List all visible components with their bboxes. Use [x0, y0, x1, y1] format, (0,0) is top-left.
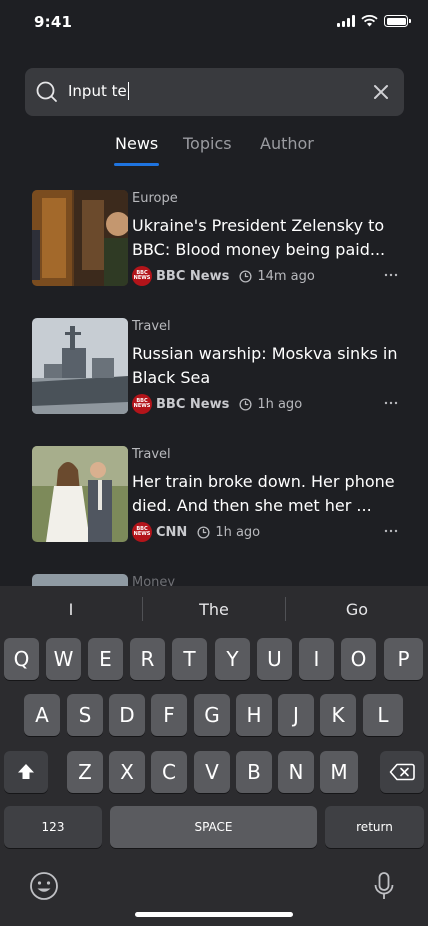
- news-item[interactable]: Europe Ukraine's President Zelensky to B…: [32, 190, 402, 286]
- status-time: 9:41: [34, 13, 73, 31]
- article-headline[interactable]: Ukraine's President Zelensky to BBC: Blo…: [132, 214, 400, 262]
- article-source[interactable]: BBC News: [156, 397, 229, 412]
- emoji-icon[interactable]: [29, 871, 59, 901]
- article-meta: BBC NEWS BBC News 14m ago: [132, 265, 315, 287]
- article-meta: BBC NEWS CNN 1h ago: [132, 521, 260, 543]
- bbc-news-logo: BBC NEWS: [132, 394, 152, 414]
- battery-icon: [384, 15, 411, 27]
- key-x[interactable]: X: [109, 751, 145, 793]
- clock-icon: [239, 269, 252, 283]
- more-options-icon[interactable]: [384, 270, 398, 280]
- article-source[interactable]: CNN: [156, 525, 187, 540]
- key-u[interactable]: U: [257, 638, 292, 680]
- suggestion-item[interactable]: Go: [286, 586, 428, 632]
- article-time: 1h ago: [257, 396, 303, 412]
- cnn-logo: BBC NEWS: [132, 522, 152, 542]
- more-options-icon[interactable]: [384, 398, 398, 408]
- article-time: 14m ago: [257, 268, 315, 284]
- status-bar: 9:41: [0, 0, 428, 44]
- tab-bar: News Topics Author: [0, 134, 428, 168]
- suggestion-bar: I The Go: [0, 586, 428, 632]
- tab-news[interactable]: News: [115, 134, 158, 153]
- key-e[interactable]: E: [88, 638, 123, 680]
- article-headline[interactable]: Russian warship: Moskva sinks in Black S…: [132, 342, 400, 390]
- key-h[interactable]: H: [236, 694, 272, 736]
- article-category: Travel: [132, 447, 171, 462]
- key-m[interactable]: M: [320, 751, 358, 793]
- status-icons: [337, 15, 411, 27]
- key-k[interactable]: K: [320, 694, 356, 736]
- search-icon: [36, 81, 57, 102]
- key-j[interactable]: J: [278, 694, 314, 736]
- tab-author[interactable]: Author: [260, 134, 314, 153]
- bbc-news-logo: BBC NEWS: [132, 266, 152, 286]
- clock-icon: [197, 525, 210, 539]
- news-item[interactable]: Travel Her train broke down. Her phone d…: [32, 446, 402, 542]
- key-w[interactable]: W: [46, 638, 81, 680]
- cellular-signal-icon: [337, 15, 355, 27]
- active-tab-indicator: [114, 163, 159, 166]
- wifi-icon: [361, 15, 378, 27]
- tab-topics[interactable]: Topics: [183, 134, 232, 153]
- article-thumbnail: [32, 318, 128, 414]
- clock-icon: [239, 397, 252, 411]
- key-a[interactable]: A: [24, 694, 60, 736]
- key-g[interactable]: G: [194, 694, 230, 736]
- key-q[interactable]: Q: [4, 638, 39, 680]
- key-p[interactable]: P: [384, 638, 423, 680]
- article-time: 1h ago: [215, 524, 261, 540]
- search-input[interactable]: Input te: [68, 82, 130, 100]
- key-f[interactable]: F: [151, 694, 187, 736]
- article-headline[interactable]: Her train broke down. Her phone died. An…: [132, 470, 400, 518]
- numbers-key[interactable]: 123: [4, 806, 102, 848]
- key-o[interactable]: O: [341, 638, 376, 680]
- search-bar[interactable]: Input te: [25, 68, 404, 116]
- article-meta: BBC NEWS BBC News 1h ago: [132, 393, 302, 415]
- key-v[interactable]: V: [194, 751, 230, 793]
- suggestion-item[interactable]: I: [0, 586, 142, 632]
- key-l[interactable]: L: [363, 694, 403, 736]
- article-thumbnail: [32, 190, 128, 286]
- key-z[interactable]: Z: [67, 751, 103, 793]
- shift-key[interactable]: [4, 751, 48, 793]
- shift-icon: [18, 764, 34, 779]
- return-key[interactable]: return: [325, 806, 424, 848]
- key-n[interactable]: N: [278, 751, 314, 793]
- text-caret: [127, 82, 130, 100]
- key-b[interactable]: B: [236, 751, 272, 793]
- backspace-icon: [389, 763, 415, 781]
- article-category: Travel: [132, 319, 171, 334]
- article-source[interactable]: BBC News: [156, 269, 229, 284]
- microphone-icon[interactable]: [369, 871, 399, 901]
- article-thumbnail: [32, 446, 128, 542]
- key-i[interactable]: I: [299, 638, 334, 680]
- space-key[interactable]: SPACE: [110, 806, 317, 848]
- key-d[interactable]: D: [109, 694, 145, 736]
- key-r[interactable]: R: [130, 638, 165, 680]
- keyboard: I The Go Q W E R T Y U I O P A S D F G H…: [0, 586, 428, 926]
- more-options-icon[interactable]: [384, 526, 398, 536]
- key-t[interactable]: T: [172, 638, 207, 680]
- key-c[interactable]: C: [151, 751, 187, 793]
- news-item[interactable]: Travel Russian warship: Moskva sinks in …: [32, 318, 402, 414]
- suggestion-item[interactable]: The: [143, 586, 285, 632]
- delete-key[interactable]: [380, 751, 424, 793]
- key-y[interactable]: Y: [215, 638, 250, 680]
- home-indicator[interactable]: [135, 912, 293, 917]
- article-category: Europe: [132, 191, 178, 206]
- clear-icon[interactable]: [372, 83, 390, 101]
- key-s[interactable]: S: [67, 694, 103, 736]
- search-input-value: Input te: [68, 82, 127, 100]
